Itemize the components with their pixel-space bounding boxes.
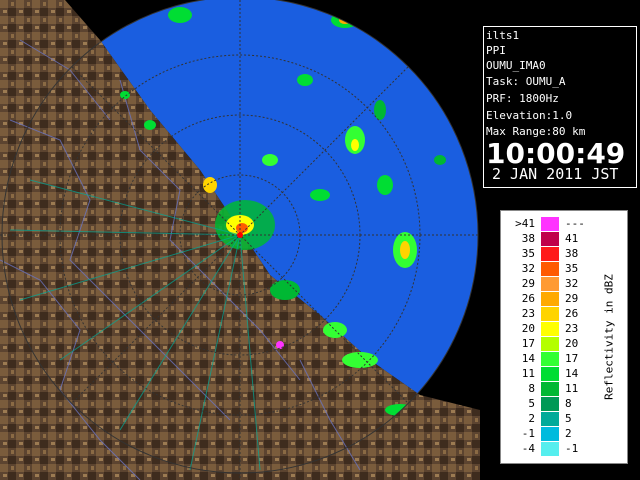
- radar-name: ilts1: [486, 29, 520, 42]
- legend-low-value: 20: [521, 322, 535, 335]
- reflectivity-legend: >41 --- 38 41 35 38 32 35 29 32 26 29 23 26 20 23 17 20 14…: [500, 210, 628, 464]
- legend-row: 8 11: [501, 382, 597, 396]
- legend-color-swatch: [541, 337, 559, 351]
- prf-value: PRF: 1800Hz: [486, 92, 559, 105]
- legend-high-value: 35: [565, 262, 579, 275]
- legend-low-value: 38: [521, 232, 535, 245]
- legend-color-swatch: [541, 307, 559, 321]
- legend-high-value: 14: [565, 367, 579, 380]
- legend-low-value: 5: [528, 397, 535, 410]
- legend-low-value: 26: [521, 292, 535, 305]
- legend-row: 17 20: [501, 337, 597, 351]
- legend-high-value: -1: [565, 442, 579, 455]
- legend-row: 20 23: [501, 322, 597, 336]
- legend-row: -4 -1: [501, 442, 597, 456]
- legend-row: 25: [501, 412, 597, 426]
- legend-color-swatch: [541, 277, 559, 291]
- legend-low-value: 11: [521, 367, 535, 380]
- legend-high-value: 17: [565, 352, 579, 365]
- legend-row: 11 14: [501, 367, 597, 381]
- legend-color-swatch: [541, 352, 559, 366]
- legend-title: Reflectivity in dBZ: [602, 274, 616, 400]
- legend-color-swatch: [541, 262, 559, 276]
- legend-row: 38 41: [501, 232, 597, 246]
- legend-color-swatch: [541, 232, 559, 246]
- legend-high-value: 20: [565, 337, 579, 350]
- legend-high-value: 23: [565, 322, 579, 335]
- scan-info-panel: ilts1 PPI OUMU_IMA0 Task: OUMU_A PRF: 18…: [480, 0, 640, 190]
- legend-low-value: -4: [521, 442, 535, 455]
- legend-row: 32 35: [501, 262, 597, 276]
- legend-low-value: 23: [521, 307, 535, 320]
- legend-low-value: 32: [521, 262, 535, 275]
- site-id: OUMU_IMA0: [486, 59, 546, 72]
- scan-type: PPI: [486, 44, 506, 57]
- legend-low-value: 17: [521, 337, 535, 350]
- legend-color-swatch: [541, 382, 559, 396]
- legend-color-swatch: [541, 367, 559, 381]
- legend-color-swatch: [541, 292, 559, 306]
- legend-low-value: 35: [521, 247, 535, 260]
- legend-row: 26 29: [501, 292, 597, 306]
- legend-high-value: 29: [565, 292, 579, 305]
- legend-row: 29 32: [501, 277, 597, 291]
- legend-low-value: >41: [515, 217, 535, 230]
- radar-site-marker: [237, 232, 243, 238]
- elevation-value: Elevation:1.0: [486, 109, 573, 122]
- legend-high-value: 26: [565, 307, 579, 320]
- legend-color-swatch: [541, 247, 559, 261]
- legend-low-value: -1: [521, 427, 535, 440]
- legend-color-swatch: [541, 442, 559, 456]
- legend-low-value: 29: [521, 277, 535, 290]
- legend-high-value: ---: [565, 217, 585, 230]
- legend-row: 58: [501, 397, 597, 411]
- legend-color-swatch: [541, 322, 559, 336]
- radar-ppi-display[interactable]: [0, 0, 480, 480]
- legend-row: -1 2: [501, 427, 597, 441]
- legend-low-value: 2: [528, 412, 535, 425]
- legend-color-swatch: [541, 427, 559, 441]
- legend-row: >41 ---: [501, 217, 597, 231]
- legend-row: 35 38: [501, 247, 597, 261]
- legend-color-swatch: [541, 397, 559, 411]
- legend-high-value: 8: [565, 397, 572, 410]
- task-name: Task: OUMU_A: [486, 75, 566, 88]
- legend-low-value: 8: [528, 382, 535, 395]
- legend-row: 23 26: [501, 307, 597, 321]
- legend-low-value: 14: [521, 352, 535, 365]
- legend-high-value: 5: [565, 412, 572, 425]
- legend-row: 14 17: [501, 352, 597, 366]
- legend-color-swatch: [541, 412, 559, 426]
- legend-high-value: 32: [565, 277, 579, 290]
- legend-high-value: 11: [565, 382, 579, 395]
- legend-high-value: 41: [565, 232, 579, 245]
- legend-high-value: 38: [565, 247, 579, 260]
- legend-color-swatch: [541, 217, 559, 231]
- scan-date: 2 JAN 2011 JST: [492, 165, 619, 183]
- legend-high-value: 2: [565, 427, 572, 440]
